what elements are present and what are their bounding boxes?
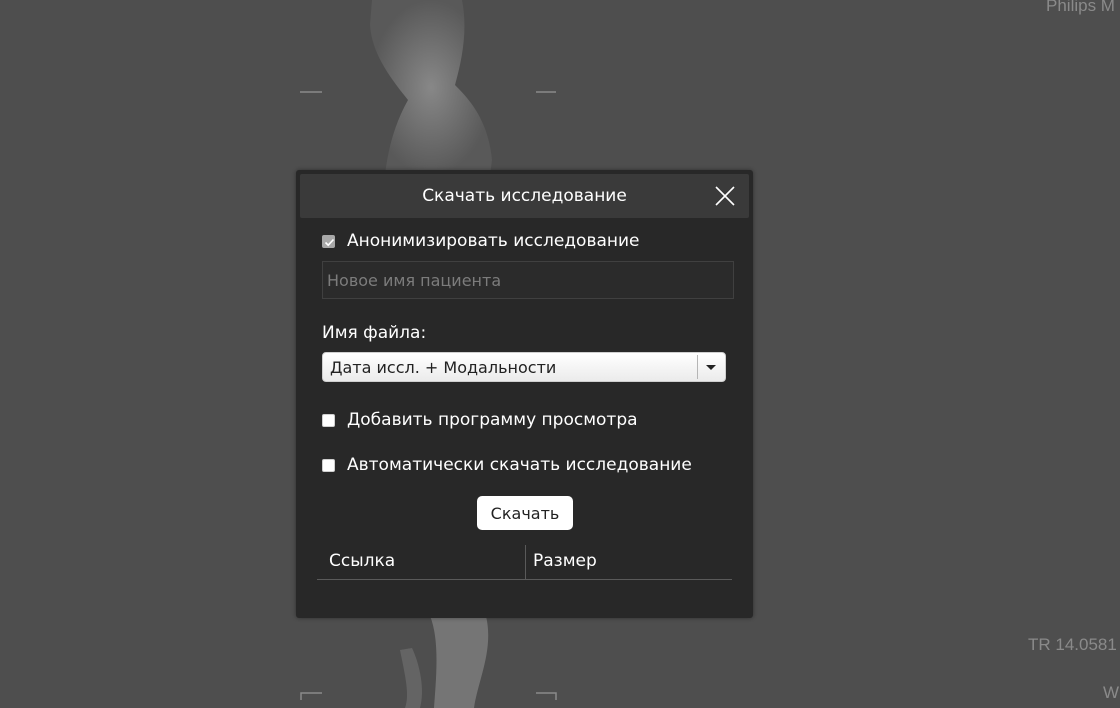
- window-overlay-text: W: [1103, 683, 1120, 702]
- column-header-link: Ссылка: [329, 551, 396, 571]
- patient-name-input[interactable]: [322, 261, 734, 299]
- add-viewer-option[interactable]: Добавить программу просмотра: [322, 410, 638, 430]
- auto-download-option[interactable]: Автоматически скачать исследование: [322, 455, 692, 475]
- dialog-header: Скачать исследование: [300, 174, 749, 218]
- filename-select-value: Дата иссл. + Модальности: [330, 358, 557, 377]
- filename-label: Имя файла:: [322, 323, 427, 343]
- column-separator: [525, 545, 526, 579]
- checkmark-icon: [324, 238, 335, 246]
- tr-overlay-text: TR 14.0581: [1028, 635, 1117, 654]
- auto-download-label: Автоматически скачать исследование: [347, 455, 692, 475]
- anonymize-checkbox[interactable]: [322, 234, 335, 248]
- select-divider: [697, 355, 698, 379]
- auto-download-checkbox[interactable]: [322, 458, 335, 472]
- manufacturer-overlay-text: Philips M: [1046, 0, 1115, 15]
- filename-select[interactable]: Дата иссл. + Модальности: [322, 352, 726, 382]
- download-study-dialog: Скачать исследование Анонимизировать исс…: [296, 170, 753, 618]
- add-viewer-checkbox[interactable]: [322, 413, 335, 427]
- add-viewer-label: Добавить программу просмотра: [347, 410, 638, 430]
- anonymize-option[interactable]: Анонимизировать исследование: [322, 231, 640, 251]
- anonymize-label: Анонимизировать исследование: [347, 231, 640, 251]
- close-button[interactable]: [713, 184, 737, 208]
- dialog-title: Скачать исследование: [422, 186, 627, 206]
- column-header-size: Размер: [533, 551, 597, 571]
- chevron-down-icon[interactable]: [706, 365, 716, 370]
- close-icon: [715, 186, 735, 206]
- download-button[interactable]: Скачать: [477, 496, 573, 530]
- download-links-table-header: Ссылка Размер: [317, 545, 732, 580]
